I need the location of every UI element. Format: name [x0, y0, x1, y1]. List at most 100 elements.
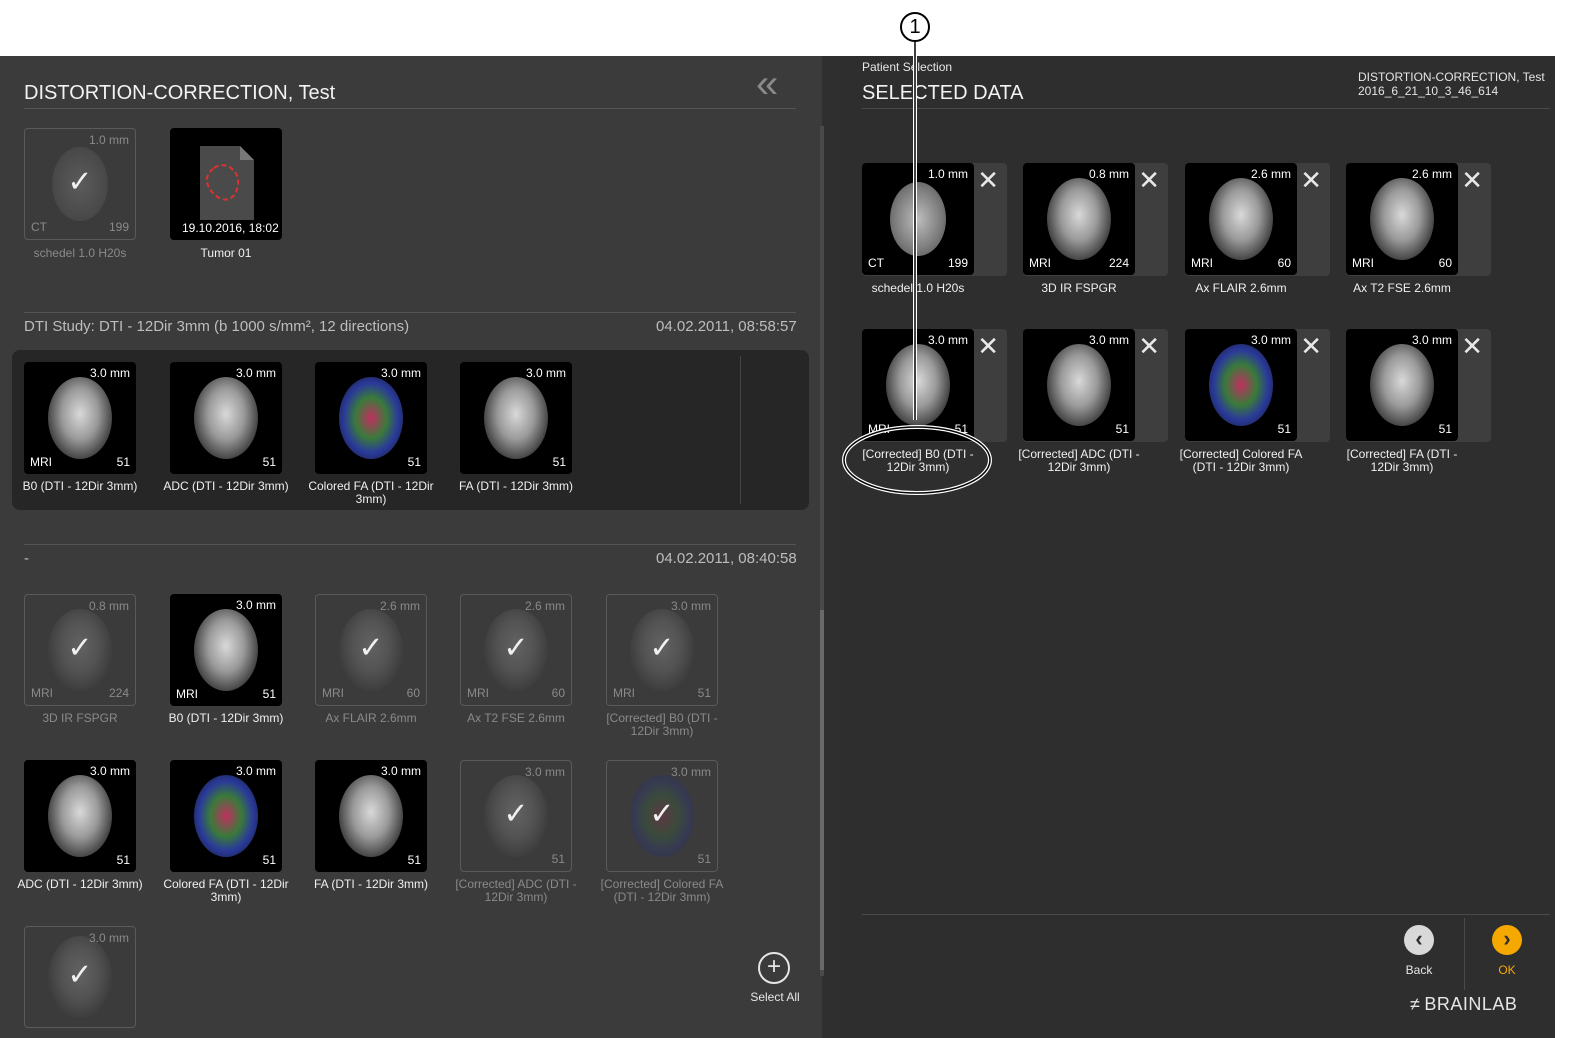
close-icon[interactable]: ✕: [1461, 165, 1483, 196]
mri-scan-image: [194, 377, 258, 459]
close-icon[interactable]: ✕: [977, 165, 999, 196]
object-date: 19.10.2016, 18:02: [182, 221, 279, 235]
series-caption: B0 (DTI - 12Dir 3mm): [22, 479, 138, 493]
selected-series-card[interactable]: 0.8 mm MRI 224 ✕: [1023, 163, 1168, 276]
slice-count: 60: [551, 686, 565, 700]
series-caption: Colored FA (DTI - 12Dir 3mm): [308, 479, 434, 506]
select-all-icon[interactable]: +: [758, 952, 790, 984]
modality-label: MRI: [613, 686, 635, 700]
close-icon[interactable]: ✕: [1461, 331, 1483, 362]
checkmark-icon: ✓: [649, 631, 675, 665]
selected-series-card[interactable]: 3.0 mm 51 ✕: [1346, 329, 1491, 442]
slice-count: 199: [108, 220, 129, 234]
slice-count: 51: [407, 853, 421, 867]
series-thumbnail[interactable]: ✓ 0.8 mm MRI 224: [24, 594, 136, 706]
selected-series-card[interactable]: 3.0 mm 51 ✕: [1023, 329, 1168, 442]
series-thumbnail[interactable]: ✓ 1.0 mm CT 199: [24, 128, 136, 240]
series-thumbnail[interactable]: 3.0 mm 51: [460, 362, 572, 474]
modality-label: MRI: [1352, 256, 1374, 270]
colored-fa-image: [194, 775, 258, 857]
series-thumbnail[interactable]: ✓ 3.0 mm MRI 51: [606, 594, 718, 706]
series-thumbnail[interactable]: ✓ 2.6 mm MRI 60: [460, 594, 572, 706]
colored-fa-image: [1209, 344, 1273, 426]
mri-scan-image: [339, 775, 403, 857]
series-thumbnail[interactable]: 3.0 mm 51: [170, 362, 282, 474]
modality-label: MRI: [31, 686, 53, 700]
series-thumbnail: 3.0 mm 51: [1185, 329, 1297, 441]
slice-thickness: 2.6 mm: [379, 599, 420, 613]
slice-thickness: 2.6 mm: [524, 599, 565, 613]
slice-thickness: 3.0 mm: [1250, 333, 1291, 347]
series-thumbnail[interactable]: ✓ 2.6 mm MRI 60: [315, 594, 427, 706]
object-thumbnail[interactable]: 19.10.2016, 18:02: [170, 128, 282, 240]
series-thumbnail[interactable]: ✓ 3.0 mm 51: [460, 760, 572, 872]
slice-count: 60: [406, 686, 420, 700]
slice-thickness: 0.8 mm: [88, 599, 129, 613]
close-icon[interactable]: ✕: [977, 331, 999, 362]
mri-scan-image: [1370, 344, 1434, 426]
slice-thickness: 1.0 mm: [88, 133, 129, 147]
selected-series-card[interactable]: 2.6 mm MRI 60 ✕: [1346, 163, 1491, 276]
title-divider: [862, 108, 1550, 109]
slice-thickness: 3.0 mm: [89, 764, 130, 778]
close-icon[interactable]: ✕: [1300, 165, 1322, 196]
selected-series-card[interactable]: 2.6 mm MRI 60 ✕: [1185, 163, 1330, 276]
session-id: 2016_6_21_10_3_46_614: [1358, 84, 1499, 98]
series-thumbnail[interactable]: 3.0 mm 51: [24, 760, 136, 872]
study-title: DTI Study: DTI - 12Dir 3mm (b 1000 s/mm²…: [24, 318, 410, 335]
close-icon[interactable]: ✕: [1138, 331, 1160, 362]
selected-series-card[interactable]: 3.0 mm MRI 51 ✕: [862, 329, 1007, 442]
object-caption: Tumor 01: [200, 246, 252, 260]
callout-marker: 1: [900, 12, 930, 42]
series-thumbnail[interactable]: 3.0 mm 51: [170, 760, 282, 872]
close-icon[interactable]: ✕: [1300, 331, 1322, 362]
series-caption: [Corrected] Colored FA (DTI - 12Dir 3mm): [1179, 447, 1303, 474]
slice-count: 51: [1438, 422, 1452, 436]
button-separator: [1464, 918, 1465, 990]
slice-thickness: 3.0 mm: [235, 366, 276, 380]
slice-thickness: 2.6 mm: [1411, 167, 1452, 181]
ok-button[interactable]: OK: [1484, 963, 1530, 977]
series-thumbnail: 1.0 mm CT 199: [862, 163, 974, 275]
series-thumbnail: 2.6 mm MRI 60: [1185, 163, 1297, 275]
selected-series-card[interactable]: 1.0 mm CT 199 ✕: [862, 163, 1007, 276]
series-caption: 3D IR FSPGR: [1041, 281, 1117, 295]
slice-thickness: 3.0 mm: [524, 765, 565, 779]
close-icon[interactable]: ✕: [1138, 165, 1160, 196]
slice-thickness: 3.0 mm: [380, 366, 421, 380]
series-caption: Colored FA (DTI - 12Dir 3mm): [163, 877, 289, 904]
breadcrumb[interactable]: Patient Selection: [862, 60, 952, 74]
slice-thickness: 3.0 mm: [525, 366, 566, 380]
select-all-label[interactable]: Select All: [742, 990, 808, 1004]
series-caption: FA (DTI - 12Dir 3mm): [313, 877, 428, 891]
series-caption: [Corrected] Colored FA (DTI - 12Dir 3mm): [600, 877, 724, 904]
series-thumbnail[interactable]: ✓ 3.0 mm: [24, 926, 136, 1028]
slice-count: 51: [954, 422, 968, 436]
series-thumbnail[interactable]: 3.0 mm 51: [315, 760, 427, 872]
slice-thickness: 3.0 mm: [235, 764, 276, 778]
checkmark-icon: ✓: [67, 958, 93, 992]
slice-count: 51: [116, 455, 130, 469]
selected-series-card[interactable]: 3.0 mm 51 ✕: [1185, 329, 1330, 442]
series-caption: ADC (DTI - 12Dir 3mm): [163, 479, 289, 493]
series-caption: Ax FLAIR 2.6mm: [325, 711, 417, 725]
mri-scan-image: [1209, 178, 1273, 260]
series-caption: [Corrected] B0 (DTI - 12Dir 3mm): [606, 711, 718, 738]
series-thumbnail[interactable]: ✓ 3.0 mm 51: [606, 760, 718, 872]
scrollbar-thumb[interactable]: [820, 610, 824, 970]
collapse-panel-icon[interactable]: «: [756, 64, 778, 104]
back-button[interactable]: Back: [1396, 963, 1442, 977]
series-thumbnail: 3.0 mm MRI 51: [862, 329, 974, 441]
series-thumbnail[interactable]: 3.0 mm MRI 51: [24, 362, 136, 474]
study-divider: [24, 544, 796, 545]
slice-count: 51: [1277, 422, 1291, 436]
ok-icon[interactable]: ›: [1492, 925, 1522, 955]
series-thumbnail[interactable]: 3.0 mm MRI 51: [170, 594, 282, 706]
series-thumbnail[interactable]: 3.0 mm 51: [315, 362, 427, 474]
series-caption: schedel 1.0 H20s: [33, 246, 127, 260]
series-caption: schedel 1.0 H20s: [871, 281, 965, 295]
back-icon[interactable]: ‹: [1404, 925, 1434, 955]
brainlab-logo-icon: ≠: [1410, 994, 1421, 1014]
checkmark-icon: ✓: [67, 631, 93, 665]
mri-scan-image: [1047, 344, 1111, 426]
